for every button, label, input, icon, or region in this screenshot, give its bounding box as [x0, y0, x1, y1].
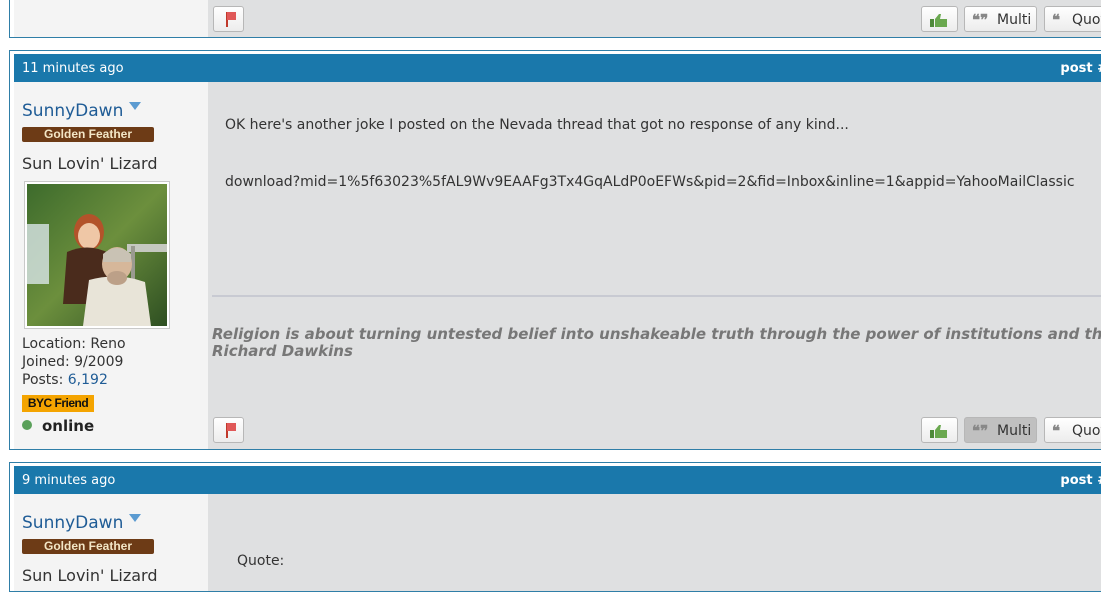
signature-divider [212, 295, 1101, 297]
previous-post: ❝❞ Multi ❝ Quot [9, 0, 1101, 38]
post-number-link[interactable]: post # [1060, 61, 1101, 76]
online-dot-icon [22, 420, 32, 430]
like-button[interactable] [921, 417, 958, 443]
user-title: Sun Lovin' Lizard [22, 566, 158, 585]
username-link[interactable]: SunnyDawn [22, 101, 142, 121]
username-text[interactable]: SunnyDawn [22, 101, 123, 121]
user-title: Sun Lovin' Lizard [22, 154, 158, 173]
user-joined: Joined: 9/2009 [22, 353, 123, 371]
report-button[interactable] [213, 417, 244, 443]
username-link[interactable]: SunnyDawn [22, 513, 142, 533]
post-message-line: OK here's another joke I posted on the N… [225, 117, 849, 133]
quote-label: Quot [1072, 423, 1101, 439]
rank-badge: Golden Feather [22, 539, 154, 554]
user-info-column: SunnyDawn Golden Feather Sun Lovin' Liza… [14, 82, 208, 449]
online-status-text: online [42, 417, 95, 435]
multi-quote-label: Multi [997, 423, 1032, 439]
post-header: 9 minutes ago post # [14, 466, 1101, 494]
quote-label: Quote: [237, 553, 285, 569]
multi-quote-button[interactable]: ❝❞ Multi [964, 417, 1037, 443]
quote-label: Quot [1072, 12, 1101, 28]
multi-quote-icon: ❝❞ [972, 11, 989, 29]
post-body: OK here's another joke I posted on the N… [208, 82, 1101, 449]
forum-post: 9 minutes ago post # SunnyDawn Golden Fe… [9, 462, 1101, 592]
multi-quote-label: Multi [997, 12, 1032, 28]
location-value: Reno [90, 336, 126, 352]
multi-quote-icon: ❝❞ [972, 422, 989, 440]
chevron-down-icon[interactable] [129, 514, 142, 522]
post-message-link: download?mid=1%5f63023%5fAL9Wv9EAAFg3Tx4… [225, 174, 1075, 190]
previous-post-user-column [14, 0, 208, 37]
post-timestamp: 9 minutes ago [22, 473, 116, 488]
forum-post: 11 minutes ago post # SunnyDawn Golden F… [9, 50, 1101, 450]
report-button[interactable] [213, 6, 244, 32]
quote-button[interactable]: ❝ Quot [1044, 417, 1101, 443]
friend-badge: BYC Friend [22, 395, 94, 412]
post-number-link[interactable]: post # [1060, 473, 1101, 488]
joined-label: Joined: [22, 354, 70, 370]
location-label: Location: [22, 336, 86, 352]
like-button[interactable] [921, 6, 958, 32]
thumbs-up-icon [930, 14, 947, 27]
thumbs-up-icon [930, 425, 947, 438]
avatar-image [27, 184, 167, 326]
multi-quote-button[interactable]: ❝❞ Multi [964, 6, 1037, 32]
rank-badge: Golden Feather [22, 127, 154, 142]
previous-post-body: ❝❞ Multi ❝ Quot [208, 0, 1101, 37]
signature-author: Richard Dawkins [212, 342, 353, 360]
post-timestamp: 11 minutes ago [22, 61, 124, 76]
user-info-column: SunnyDawn Golden Feather Sun Lovin' Liza… [14, 494, 208, 591]
online-status: online [22, 417, 94, 435]
avatar[interactable] [24, 181, 170, 329]
username-text[interactable]: SunnyDawn [22, 513, 123, 533]
signature-quote: Religion is about turning untested belie… [212, 325, 1101, 343]
quote-icon: ❝ [1052, 11, 1061, 29]
user-posts: Posts: 6,192 [22, 371, 108, 389]
user-location: Location: Reno [22, 335, 126, 353]
posts-count-link[interactable]: 6,192 [68, 372, 108, 388]
post-header: 11 minutes ago post # [14, 54, 1101, 82]
posts-label: Posts: [22, 372, 64, 388]
chevron-down-icon[interactable] [129, 102, 142, 110]
quote-icon: ❝ [1052, 422, 1061, 440]
joined-value: 9/2009 [74, 354, 124, 370]
post-body: Quote: [208, 494, 1101, 591]
quote-button[interactable]: ❝ Quot [1044, 6, 1101, 32]
